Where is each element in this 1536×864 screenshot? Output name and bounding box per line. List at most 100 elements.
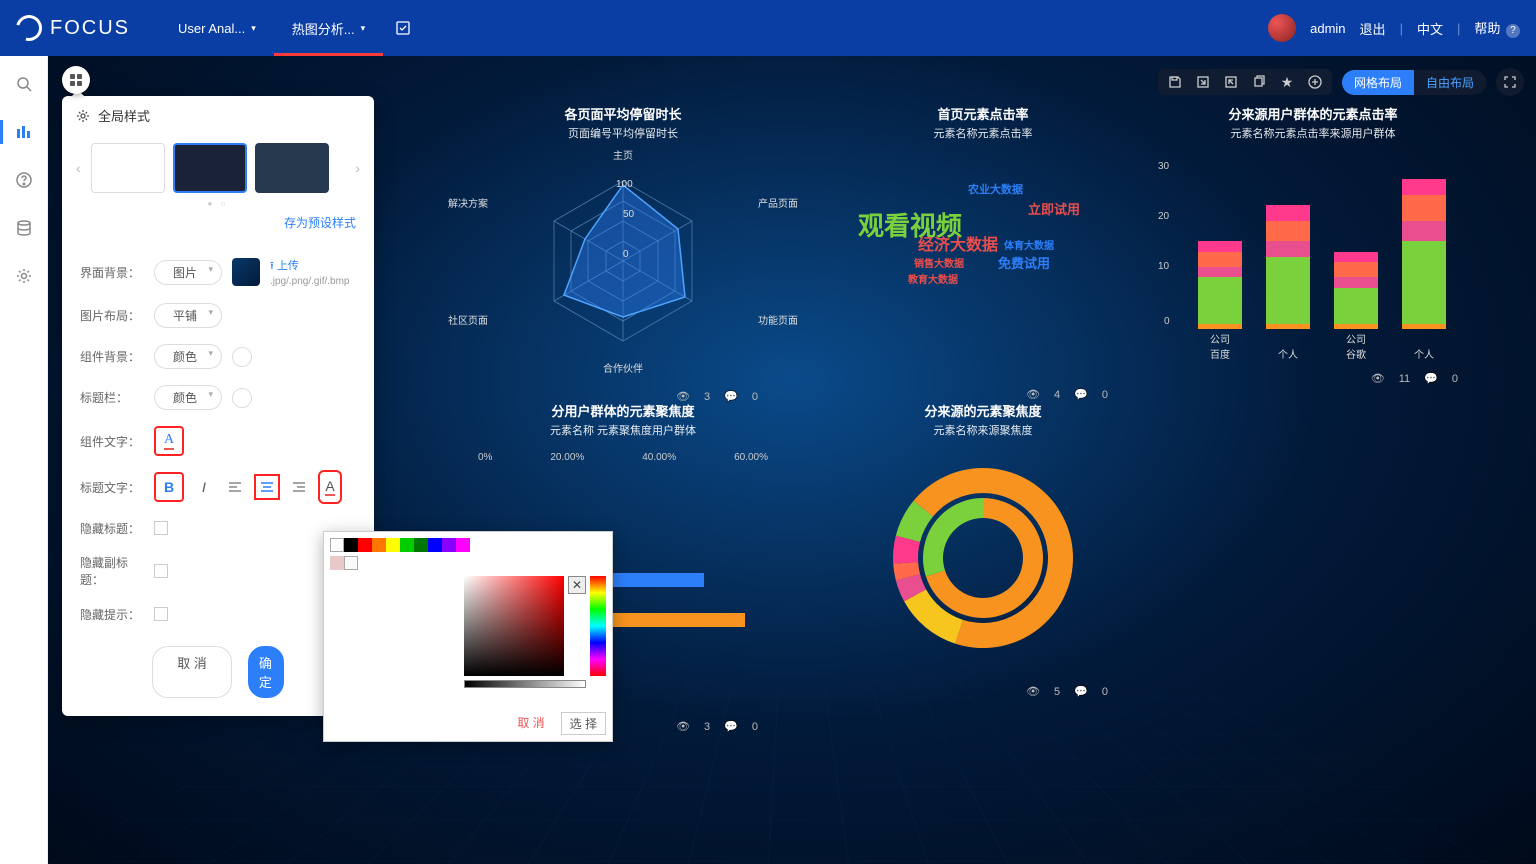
theme-swatch-dark2[interactable] bbox=[255, 143, 329, 193]
comp-text-label: 组件文字： bbox=[80, 433, 144, 450]
color-swatch[interactable] bbox=[330, 538, 344, 552]
sidebar-dashboard[interactable] bbox=[12, 120, 36, 144]
tool-group: ★ bbox=[1158, 69, 1332, 95]
save-icon[interactable] bbox=[1166, 73, 1184, 91]
layout-free-button[interactable]: 自由布局 bbox=[1414, 70, 1486, 95]
theme-swatch-light[interactable] bbox=[91, 143, 165, 193]
sidebar-help[interactable] bbox=[12, 168, 36, 192]
color-swatch[interactable] bbox=[428, 538, 442, 552]
comp-bg-color[interactable] bbox=[232, 347, 252, 367]
comment-icon: 💬 bbox=[1074, 388, 1088, 401]
hide-title-checkbox[interactable] bbox=[154, 521, 168, 535]
color-swatch[interactable] bbox=[372, 538, 386, 552]
widget-donut[interactable]: 分来源的元素聚焦度 元素名称来源聚焦度 👁5 💬0 bbox=[818, 401, 1148, 658]
confirm-button[interactable]: 确 定 bbox=[248, 646, 284, 698]
color-swatch[interactable] bbox=[400, 538, 414, 552]
cloud-word: 教育大数据 bbox=[908, 271, 958, 286]
color-select-button[interactable]: 选 择 bbox=[561, 712, 606, 735]
bg-select[interactable]: 图片 bbox=[154, 260, 222, 285]
widget-radar[interactable]: 各页面平均停留时长 页面编号平均停留时长 主页 产品页面 功能页面 合作伙伴 社… bbox=[448, 104, 798, 381]
color-brightness-slider[interactable] bbox=[464, 680, 586, 688]
img-layout-select[interactable]: 平铺 bbox=[154, 303, 222, 328]
logo-icon bbox=[11, 10, 47, 46]
titlebar-color[interactable] bbox=[232, 388, 252, 408]
cloud-word: 农业大数据 bbox=[968, 181, 1023, 197]
color-hue-slider[interactable] bbox=[590, 576, 606, 676]
widget-subtitle: 页面编号平均停留时长 bbox=[448, 125, 798, 141]
copy-icon[interactable] bbox=[1250, 73, 1268, 91]
color-swatch[interactable] bbox=[344, 538, 358, 552]
radar-chart bbox=[523, 161, 723, 361]
hide-title-label: 隐藏标题： bbox=[80, 520, 144, 537]
color-cancel-button[interactable]: 取 消 bbox=[509, 712, 552, 735]
color-swatch[interactable] bbox=[386, 538, 400, 552]
app-header: FOCUS User Anal... ▾ 热图分析... ▾ admin 退出 … bbox=[0, 0, 1536, 56]
layout-grid-button[interactable]: 网格布局 bbox=[1342, 70, 1414, 95]
theme-next[interactable]: › bbox=[355, 160, 360, 176]
brand-text: FOCUS bbox=[50, 17, 130, 40]
align-left-button[interactable] bbox=[224, 476, 246, 498]
eye-icon: 👁 bbox=[676, 720, 690, 733]
chevron-down-icon: ▾ bbox=[251, 23, 256, 34]
theme-picker: ‹ › bbox=[62, 135, 374, 193]
brand-logo: FOCUS bbox=[16, 15, 130, 41]
chevron-down-icon: ▾ bbox=[361, 23, 366, 34]
edit-icon[interactable] bbox=[395, 20, 411, 36]
cloud-word: 经济大数据 bbox=[918, 231, 998, 255]
italic-button[interactable]: I bbox=[194, 472, 214, 502]
username[interactable]: admin bbox=[1310, 21, 1345, 36]
sidebar-data[interactable] bbox=[12, 216, 36, 240]
canvas-toolbar: ★ 网格布局 自由布局 bbox=[1158, 68, 1524, 96]
help-link[interactable]: 帮助 ? bbox=[1474, 18, 1520, 38]
theme-swatch-dark1[interactable] bbox=[173, 143, 247, 193]
theme-prev[interactable]: ‹ bbox=[76, 160, 81, 176]
language-link[interactable]: 中文 bbox=[1417, 19, 1443, 38]
global-style-trigger[interactable] bbox=[62, 66, 90, 94]
hide-subtitle-checkbox[interactable] bbox=[154, 564, 168, 578]
color-swatch[interactable] bbox=[442, 538, 456, 552]
align-right-button[interactable] bbox=[288, 476, 310, 498]
text-color-button[interactable]: A bbox=[320, 472, 340, 502]
bold-button[interactable]: B bbox=[154, 472, 184, 502]
color-swatch[interactable] bbox=[456, 538, 470, 552]
align-center-button[interactable] bbox=[256, 476, 278, 498]
fullscreen-icon[interactable] bbox=[1496, 68, 1524, 96]
titlebar-select[interactable]: 颜色 bbox=[154, 385, 222, 410]
color-gradient[interactable] bbox=[464, 576, 564, 676]
avatar[interactable] bbox=[1268, 14, 1296, 42]
widget-title: 分用户群体的元素聚焦度 bbox=[448, 401, 798, 420]
widget-title: 分来源的元素聚焦度 bbox=[818, 401, 1148, 420]
bg-thumbnail[interactable] bbox=[232, 258, 260, 286]
widget-barchart[interactable]: 分来源用户群体的元素点击率 元素名称元素点击率来源用户群体 30 20 10 0… bbox=[1158, 104, 1468, 361]
comp-text-style[interactable]: A bbox=[154, 426, 184, 456]
widget-subtitle: 元素名称 元素聚焦度用户群体 bbox=[448, 422, 798, 438]
cloud-body: 观看视频农业大数据立即试用经济大数据体育大数据销售大数据免费试用教育大数据 bbox=[818, 171, 1148, 351]
color-swatch[interactable] bbox=[358, 538, 372, 552]
color-recent-area bbox=[330, 576, 458, 688]
color-close-button[interactable]: ✕ bbox=[568, 576, 586, 594]
save-preset-link[interactable]: 存为预设样式 bbox=[284, 216, 356, 230]
export-icon[interactable] bbox=[1194, 73, 1212, 91]
hide-prompt-checkbox[interactable] bbox=[154, 607, 168, 621]
add-icon[interactable] bbox=[1306, 73, 1324, 91]
color-swatch[interactable] bbox=[344, 556, 358, 570]
color-swatch[interactable] bbox=[414, 538, 428, 552]
upload-link[interactable]: ⭱ 上传 bbox=[270, 257, 350, 276]
left-sidebar bbox=[0, 56, 48, 864]
import-icon[interactable] bbox=[1222, 73, 1240, 91]
color-swatch[interactable] bbox=[330, 556, 344, 570]
top-tabs: User Anal... ▾ 热图分析... ▾ bbox=[160, 0, 411, 56]
widget-wordcloud[interactable]: 首页元素点击率 元素名称元素点击率 观看视频农业大数据立即试用经济大数据体育大数… bbox=[818, 104, 1148, 351]
tab-user-analysis[interactable]: User Anal... ▾ bbox=[160, 0, 274, 56]
theme-pagination: ● ○ bbox=[62, 193, 374, 210]
gear-icon bbox=[76, 109, 90, 123]
sidebar-settings[interactable] bbox=[12, 264, 36, 288]
tab-heatmap-analysis[interactable]: 热图分析... ▾ bbox=[274, 0, 383, 56]
layout-toggle: 网格布局 自由布局 bbox=[1342, 70, 1486, 95]
star-icon[interactable]: ★ bbox=[1278, 73, 1296, 91]
sidebar-search[interactable] bbox=[12, 72, 36, 96]
grid-icon bbox=[70, 74, 82, 86]
comp-bg-select[interactable]: 颜色 bbox=[154, 344, 222, 369]
logout-link[interactable]: 退出 bbox=[1360, 19, 1386, 38]
cancel-button[interactable]: 取 消 bbox=[152, 646, 232, 698]
